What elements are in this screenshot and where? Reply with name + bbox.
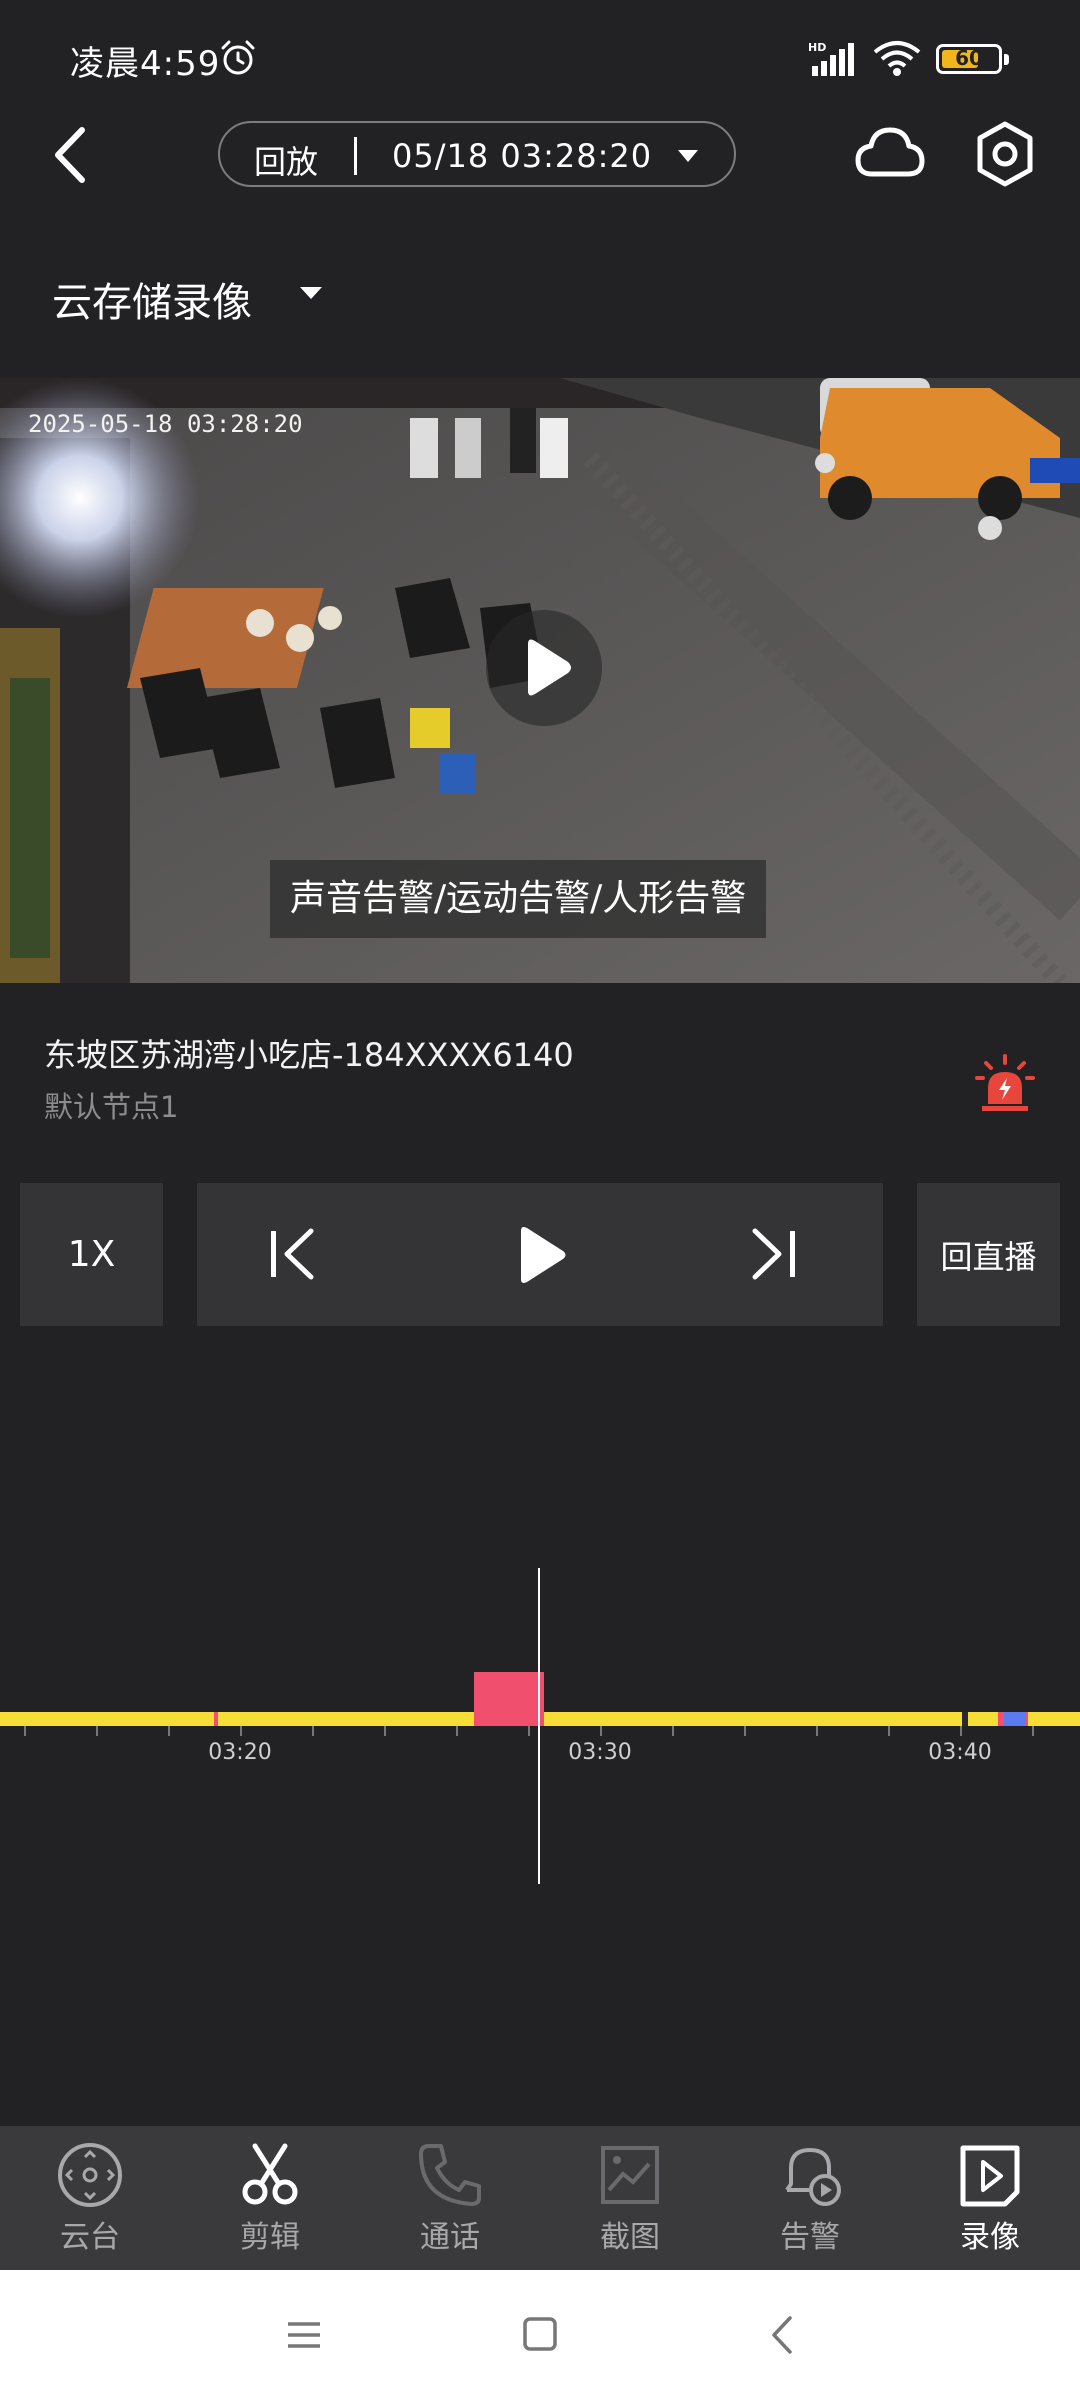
screenshot-icon xyxy=(601,2146,659,2204)
toolbar-item-call[interactable]: 通话 xyxy=(360,2126,540,2270)
timeline-tick xyxy=(456,1726,458,1736)
network-type-label: HD xyxy=(808,41,826,54)
video-record-icon xyxy=(960,2145,1020,2207)
toolbar-item-clip[interactable]: 剪辑 xyxy=(180,2126,360,2270)
divider xyxy=(354,137,357,175)
toolbar-label: 云台 xyxy=(60,2220,120,2255)
timeline[interactable]: 03:20 03:30 03:40 xyxy=(0,1560,1080,1890)
timeline-event-marker xyxy=(214,1712,218,1726)
battery-level: 60 xyxy=(955,46,983,70)
timeline-tick xyxy=(1032,1726,1034,1736)
toolbar-item-ptz[interactable]: 云台 xyxy=(0,2126,180,2270)
toolbar-label: 剪辑 xyxy=(240,2220,300,2255)
transport-controls xyxy=(197,1183,883,1326)
next-button[interactable] xyxy=(745,1223,801,1285)
timeline-tick xyxy=(240,1726,242,1736)
playback-mode-label: 回放 xyxy=(254,143,319,181)
video-play-button[interactable] xyxy=(486,610,602,726)
playback-datetime: 05/18 03:28:20 xyxy=(392,137,653,175)
wifi-icon xyxy=(873,41,921,76)
play-button[interactable] xyxy=(507,1223,571,1287)
timeline-tick xyxy=(816,1726,818,1736)
timeline-tick xyxy=(960,1726,962,1736)
cloud-icon[interactable] xyxy=(852,118,928,190)
toolbar-item-alarm[interactable]: 告警 xyxy=(720,2126,900,2270)
settings-icon[interactable] xyxy=(970,118,1040,190)
signal-icon: HD xyxy=(808,41,854,76)
timeline-label: 03:40 xyxy=(928,1740,992,1765)
system-navigation-bar xyxy=(0,2270,1080,2400)
ptz-icon xyxy=(58,2143,122,2207)
timeline-cursor[interactable] xyxy=(538,1568,540,1884)
system-back-icon[interactable] xyxy=(766,2310,796,2360)
timeline-tick xyxy=(744,1726,746,1736)
play-icon xyxy=(528,639,571,696)
timeline-motion-marker xyxy=(1004,1712,1026,1726)
timeline-label: 03:30 xyxy=(568,1740,632,1765)
timeline-selected-event[interactable] xyxy=(474,1672,544,1726)
speed-button[interactable]: 1X xyxy=(20,1183,163,1326)
caret-down-icon xyxy=(678,150,698,162)
video-timestamp: 2025-05-18 03:28:20 xyxy=(28,410,303,438)
scissors-icon xyxy=(242,2143,298,2205)
toolbar-label: 录像 xyxy=(960,2220,1020,2255)
video-player[interactable]: 2025-05-18 03:28:20 声音告警/运动告警/人形告警 xyxy=(0,378,1080,983)
timeline-label: 03:20 xyxy=(208,1740,272,1765)
toolbar-item-screenshot[interactable]: 截图 xyxy=(540,2126,720,2270)
battery-indicator: 60 xyxy=(936,44,1009,74)
timeline-gap xyxy=(962,1712,968,1726)
status-time: 凌晨4:59 xyxy=(70,44,221,84)
siren-icon[interactable] xyxy=(974,1054,1036,1114)
phone-icon xyxy=(419,2144,481,2206)
timeline-tick xyxy=(528,1726,530,1736)
timeline-tick xyxy=(24,1726,26,1736)
toolbar-label: 告警 xyxy=(780,2220,840,2255)
timeline-tick xyxy=(888,1726,890,1736)
toolbar-label: 截图 xyxy=(600,2220,660,2255)
back-button[interactable] xyxy=(44,120,104,190)
toolbar-item-recording[interactable]: 录像 xyxy=(900,2126,1080,2270)
home-icon[interactable] xyxy=(522,2312,558,2356)
caret-down-icon[interactable] xyxy=(298,284,324,302)
date-selector[interactable]: 回放 05/18 03:28:20 xyxy=(218,121,736,187)
timeline-tick xyxy=(384,1726,386,1736)
timeline-tick xyxy=(96,1726,98,1736)
toolbar-label: 通话 xyxy=(420,2220,480,2255)
recent-apps-icon[interactable] xyxy=(286,2310,322,2360)
recording-source-dropdown[interactable]: 云存储录像 xyxy=(52,270,252,328)
alarm-bell-icon xyxy=(785,2148,841,2206)
timeline-tick xyxy=(312,1726,314,1736)
back-to-live-button[interactable]: 回直播 xyxy=(917,1183,1060,1326)
bottom-toolbar: 云台 剪辑 通话 截图 告警 录像 xyxy=(0,2126,1080,2270)
device-name: 东坡区苏湖湾小吃店-184XXXX6140 xyxy=(44,1036,574,1074)
alarm-clock-icon xyxy=(221,40,255,75)
previous-button[interactable] xyxy=(265,1223,321,1285)
device-node: 默认节点1 xyxy=(44,1090,179,1124)
timeline-tick xyxy=(600,1726,602,1736)
timeline-tick xyxy=(672,1726,674,1736)
alarm-type-caption: 声音告警/运动告警/人形告警 xyxy=(270,860,767,938)
timeline-tick xyxy=(168,1726,170,1736)
